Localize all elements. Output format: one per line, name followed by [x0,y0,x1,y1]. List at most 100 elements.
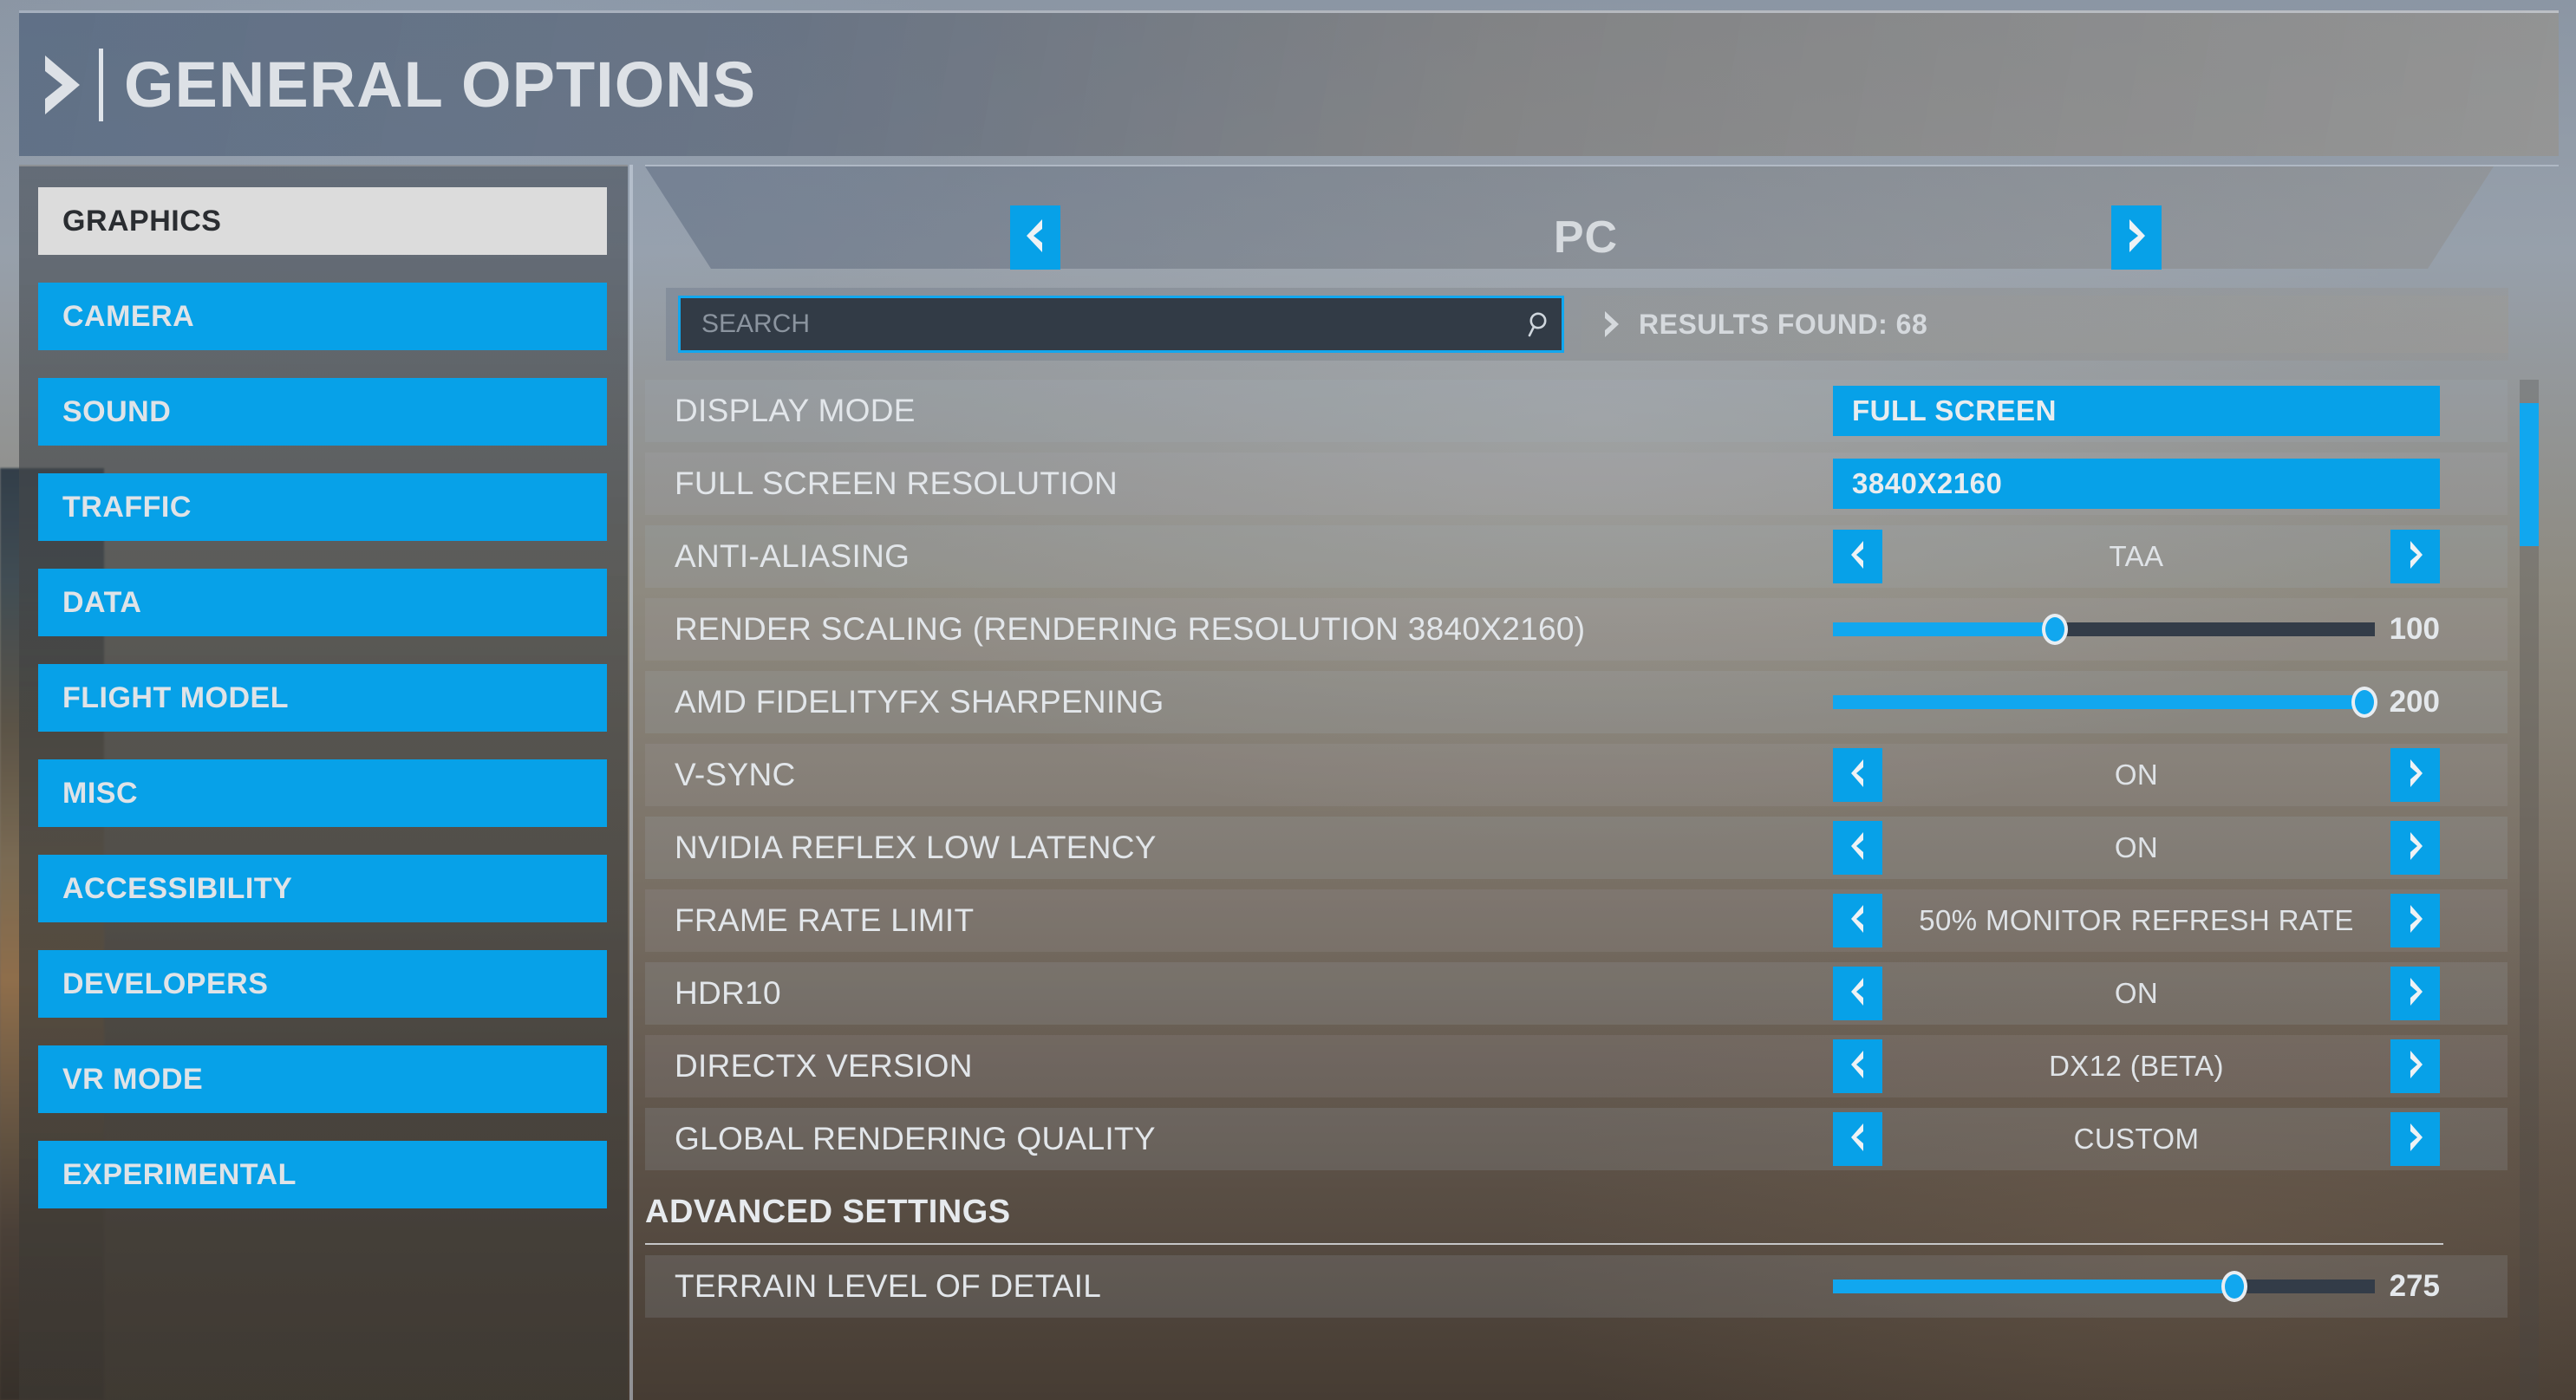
sidebar-item-label: VR MODE [62,1062,204,1096]
sidebar-item-developers[interactable]: DEVELOPERS [38,950,607,1018]
general-options-dialog: GENERAL OPTIONS GRAPHICS CAMERA SOUND TRAFF… [0,0,2576,1400]
sidebar-item-experimental[interactable]: EXPERIMENTAL [38,1141,607,1208]
sidebar-item-graphics[interactable]: GRAPHICS [38,187,607,255]
page-title: GENERAL OPTIONS [124,48,757,120]
setting-row-nvidia-reflex-low-latency[interactable]: NVIDIA REFLEX LOW LATENCY ON [645,817,2508,879]
sidebar-item-vr-mode[interactable]: VR MODE [38,1045,607,1113]
stepper-next-button[interactable] [2390,821,2440,875]
search-icon[interactable] [1515,311,1562,337]
stepper-v-sync: ON [1833,744,2440,806]
sidebar-item-traffic[interactable]: TRAFFIC [38,473,607,541]
chevron-left-icon [1849,540,1867,574]
setting-row-amd-fidelityfx-sharpening[interactable]: AMD FIDELITYFX SHARPENING 200 [645,671,2508,733]
stepper-prev-button[interactable] [1833,1112,1882,1166]
stepper-value: ON [2114,831,2159,863]
setting-control: 275 [1833,1255,2440,1318]
results-found-text: RESULTS FOUND: 68 [1639,308,1928,340]
stepper-next-button[interactable] [2390,894,2440,947]
chevron-left-icon [1849,1123,1867,1156]
slider-fill [1833,622,2056,636]
setting-label: DIRECTX VERSION [675,1048,973,1084]
setting-row-global-rendering-quality[interactable]: GLOBAL RENDERING QUALITY CUSTOM [645,1108,2508,1170]
sidebar-item-label: GRAPHICS [62,204,222,238]
chevron-right-icon [2125,218,2148,258]
stepper-prev-button[interactable] [1833,1039,1882,1093]
sidebar-item-flight-model[interactable]: FLIGHT MODEL [38,664,607,732]
setting-control: TAA [1833,525,2440,588]
search-row: RESULTS FOUND: 68 [666,288,2508,361]
settings-scrollbar-track[interactable] [2520,380,2539,1400]
slider-track[interactable] [1833,1271,2375,1302]
sidebar-item-accessibility[interactable]: ACCESSIBILITY [38,855,607,922]
stepper-prev-button[interactable] [1833,967,1882,1020]
stepper-next-button[interactable] [2390,967,2440,1020]
sidebar-item-data[interactable]: DATA [38,569,607,636]
stepper-value: DX12 (BETA) [2049,1050,2224,1082]
sidebar-item-camera[interactable]: CAMERA [38,283,607,350]
settings-scrollbar-thumb[interactable] [2520,403,2539,546]
sidebar-item-sound[interactable]: SOUND [38,378,607,446]
chevron-left-icon [1849,904,1867,938]
chevron-left-icon [1849,1050,1867,1084]
stepper-nvidia-reflex-low-latency: ON [1833,817,2440,879]
slider-fill [1833,695,2364,709]
dropdown-full-screen-resolution[interactable]: 3840X2160 [1833,459,2440,509]
setting-label: AMD FIDELITYFX SHARPENING [675,684,1164,720]
search-box[interactable] [678,296,1564,353]
slider-thumb[interactable] [2042,614,2069,645]
sidebar-item-label: CAMERA [62,299,195,333]
sidebar-item-label: EXPERIMENTAL [62,1157,297,1191]
stepper-hdr10: ON [1833,962,2440,1025]
setting-label: GLOBAL RENDERING QUALITY [675,1121,1156,1156]
search-input[interactable] [681,298,1515,350]
chevron-right-icon [2407,759,2424,792]
setting-control: 200 [1833,671,2440,733]
stepper-next-button[interactable] [2390,530,2440,583]
chevron-left-icon [1849,831,1867,865]
setting-control: ON [1833,817,2440,879]
slider-terrain-level-of-detail[interactable]: 275 [1833,1255,2440,1318]
sidebar-item-label: DEVELOPERS [62,967,269,1000]
chevron-right-icon [2407,904,2424,938]
stepper-prev-button[interactable] [1833,530,1882,583]
setting-row-frame-rate-limit[interactable]: FRAME RATE LIMIT 50% MONITOR REFRESH RATE [645,889,2508,952]
slider-render-scaling-rendering-resolution-3840x2160[interactable]: 100 [1833,598,2440,661]
stepper-next-button[interactable] [2390,1039,2440,1093]
slider-track[interactable] [1833,687,2377,718]
setting-label: DISPLAY MODE [675,393,916,428]
settings-list: DISPLAY MODE FULL SCREEN FULL SCREEN RESOL… [645,380,2508,1400]
chevron-right-icon [2407,540,2424,574]
stepper-prev-button[interactable] [1833,894,1882,947]
setting-row-v-sync[interactable]: V-SYNC ON [645,744,2508,806]
slider-track[interactable] [1833,614,2375,645]
stepper-value: TAA [2109,540,2164,572]
stepper-next-button[interactable] [2390,1112,2440,1166]
sidebar-item-misc[interactable]: MISC [38,759,607,827]
sidebar-item-label: TRAFFIC [62,490,192,524]
sidebar-item-label: ACCESSIBILITY [62,871,293,905]
stepper-prev-button[interactable] [1833,748,1882,802]
dropdown-display-mode[interactable]: FULL SCREEN [1833,386,2440,436]
setting-label: NVIDIA REFLEX LOW LATENCY [675,830,1157,865]
setting-label: V-SYNC [675,757,796,792]
tab-prev-button[interactable] [1010,205,1060,270]
chevron-right-icon [2407,1050,2424,1084]
setting-row-directx-version[interactable]: DIRECTX VERSION DX12 (BETA) [645,1035,2508,1097]
setting-row-terrain-level-of-detail[interactable]: TERRAIN LEVEL OF DETAIL 275 [645,1255,2508,1318]
tab-next-button[interactable] [2111,205,2162,270]
setting-control: FULL SCREEN [1833,380,2440,442]
setting-row-render-scaling-rendering-resolution-3840x2160[interactable]: RENDER SCALING (RENDERING RESOLUTION 384… [645,598,2508,661]
setting-row-hdr10[interactable]: HDR10 ON [645,962,2508,1025]
stepper-next-button[interactable] [2390,748,2440,802]
stepper-prev-button[interactable] [1833,821,1882,875]
stepper-directx-version: DX12 (BETA) [1833,1035,2440,1097]
setting-row-anti-aliasing[interactable]: ANTI-ALIASING TAA [645,525,2508,588]
setting-control: 3840X2160 [1833,453,2440,515]
stepper-value: ON [2114,977,2159,1009]
section-divider [645,1243,2443,1245]
slider-amd-fidelityfx-sharpening[interactable]: 200 [1833,671,2440,733]
slider-thumb[interactable] [2351,687,2377,718]
slider-thumb[interactable] [2221,1271,2247,1302]
setting-row-full-screen-resolution[interactable]: FULL SCREEN RESOLUTION 3840X2160 [645,453,2508,515]
setting-row-display-mode[interactable]: DISPLAY MODE FULL SCREEN [645,380,2508,442]
